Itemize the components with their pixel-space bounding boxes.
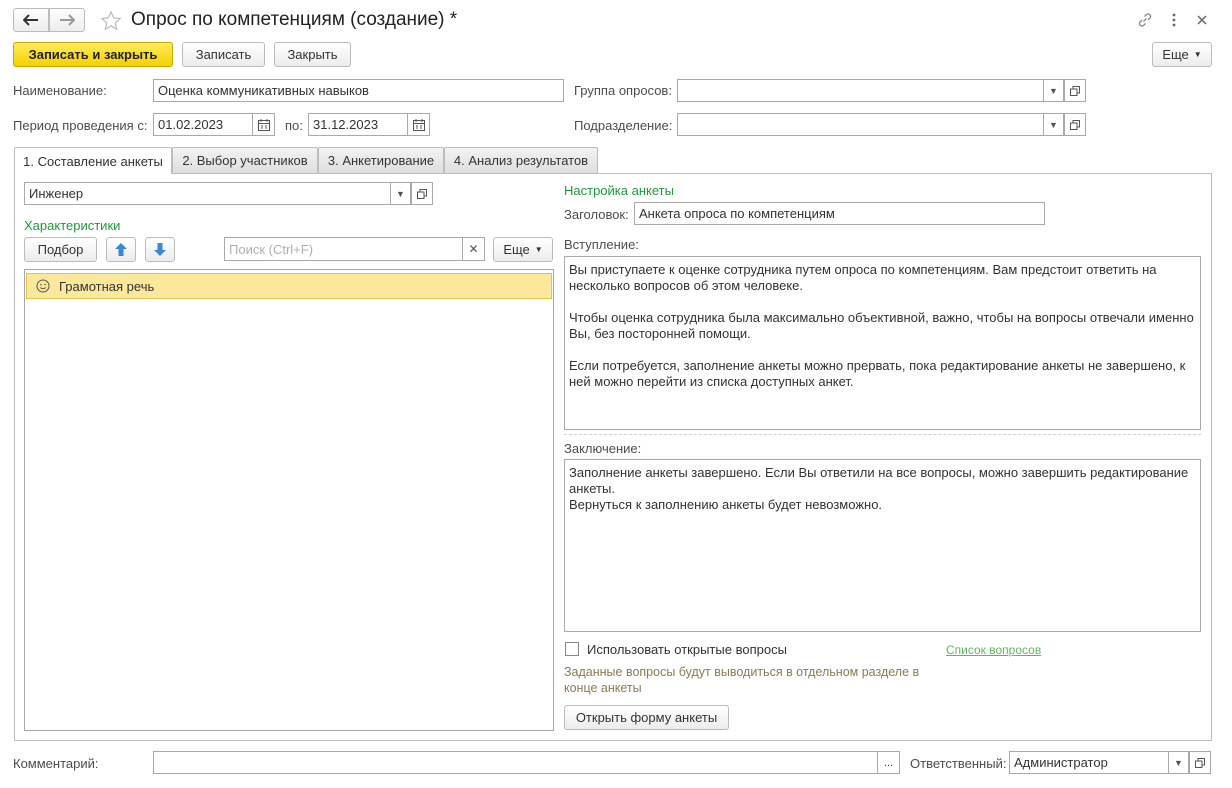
calendar-icon — [412, 118, 425, 131]
responsible-field[interactable]: Администратор — [1009, 751, 1169, 774]
intro-label: Вступление: — [564, 237, 639, 252]
conclusion-textarea[interactable]: Заполнение анкеты завершено. Если Вы отв… — [564, 459, 1201, 632]
name-field[interactable]: Оценка коммуникативных навыков — [153, 79, 564, 102]
chevron-down-icon: ▼ — [1174, 757, 1183, 768]
name-label: Наименование: — [13, 83, 107, 98]
position-open-button[interactable] — [411, 182, 433, 205]
group-dropdown-button[interactable]: ▼ — [1044, 79, 1064, 102]
open-questions-checkbox[interactable] — [565, 642, 579, 656]
calendar-icon — [257, 118, 270, 131]
questions-list-link[interactable]: Список вопросов — [946, 643, 1041, 657]
more-button-label: Еще — [1162, 47, 1189, 62]
period-to-label: по: — [285, 118, 303, 133]
list-item-label: Грамотная речь — [59, 278, 155, 294]
characteristics-list[interactable]: Грамотная речь — [24, 269, 554, 731]
more-options-icon[interactable] — [1164, 10, 1184, 30]
characteristics-title: Характеристики — [24, 218, 121, 233]
back-button[interactable] — [13, 8, 49, 32]
close-button[interactable]: Закрыть — [274, 42, 351, 67]
comment-field[interactable] — [153, 751, 878, 774]
search-clear-button[interactable]: ✕ — [463, 237, 485, 261]
chevron-down-icon: ▼ — [1049, 85, 1058, 96]
arrow-right-icon — [60, 14, 75, 26]
position-dropdown-button[interactable]: ▼ — [391, 182, 411, 205]
list-item[interactable]: Грамотная речь — [26, 273, 552, 299]
open-icon — [1070, 85, 1080, 96]
open-icon — [417, 188, 427, 199]
close-icon: ✕ — [468, 242, 479, 256]
department-label: Подразделение: — [574, 118, 673, 133]
link-icon[interactable] — [1135, 10, 1155, 30]
divider — [564, 434, 1201, 435]
arrow-left-icon — [23, 14, 38, 26]
list-more-label: Еще — [503, 242, 530, 257]
responsible-open-button[interactable] — [1189, 751, 1211, 774]
comment-expand-button[interactable]: ... — [878, 751, 900, 774]
arrow-down-icon — [154, 243, 166, 256]
open-icon — [1070, 119, 1080, 130]
chevron-down-icon: ▼ — [396, 188, 405, 199]
arrow-up-icon — [115, 243, 127, 256]
tab-analysis[interactable]: 4. Анализ результатов — [444, 147, 598, 173]
tab-compose[interactable]: 1. Составление анкеты — [14, 147, 172, 174]
more-button[interactable]: Еще ▼ — [1152, 42, 1212, 67]
open-form-button[interactable]: Открыть форму анкеты — [564, 705, 729, 730]
settings-title: Настройка анкеты — [564, 183, 674, 198]
forward-button[interactable] — [49, 8, 85, 32]
responsible-label: Ответственный: — [910, 756, 1007, 771]
ellipsis-icon: ... — [883, 756, 894, 769]
period-label: Период проведения с: — [13, 118, 148, 133]
save-and-close-button[interactable]: Записать и закрыть — [13, 42, 173, 67]
department-dropdown-button[interactable]: ▼ — [1044, 113, 1064, 136]
period-to-field[interactable]: 31.12.2023 — [308, 113, 408, 136]
hint-text: Заданные вопросы будут выводиться в отде… — [564, 665, 920, 695]
group-label: Группа опросов: — [574, 83, 672, 98]
group-field[interactable] — [677, 79, 1044, 102]
close-icon[interactable] — [1192, 10, 1212, 30]
search-placeholder: Поиск (Ctrl+F) — [229, 241, 314, 257]
period-from-calendar-button[interactable] — [253, 113, 275, 136]
pick-button[interactable]: Подбор — [24, 237, 97, 262]
chevron-down-icon: ▼ — [1193, 50, 1202, 59]
move-up-button[interactable] — [106, 237, 136, 262]
department-open-button[interactable] — [1064, 113, 1086, 136]
window-title: Опрос по компетенциям (создание) * — [131, 9, 458, 30]
department-field[interactable] — [677, 113, 1044, 136]
chevron-down-icon: ▼ — [1049, 119, 1058, 130]
group-open-button[interactable] — [1064, 79, 1086, 102]
open-icon — [1195, 757, 1205, 768]
favorite-star-icon[interactable] — [99, 9, 123, 33]
position-field[interactable]: Инженер — [24, 182, 391, 205]
save-button[interactable]: Записать — [182, 42, 265, 67]
smiley-icon — [36, 279, 50, 293]
open-questions-label[interactable]: Использовать открытые вопросы — [587, 642, 787, 657]
tab-participants[interactable]: 2. Выбор участников — [172, 147, 318, 173]
heading-field[interactable]: Анкета опроса по компетенциям — [634, 202, 1045, 225]
responsible-dropdown-button[interactable]: ▼ — [1169, 751, 1189, 774]
heading-label: Заголовок: — [564, 207, 629, 222]
chevron-down-icon: ▼ — [534, 245, 543, 254]
period-to-calendar-button[interactable] — [408, 113, 430, 136]
search-input[interactable]: Поиск (Ctrl+F) — [224, 237, 463, 261]
comment-label: Комментарий: — [13, 756, 99, 771]
conclusion-label: Заключение: — [564, 441, 642, 456]
intro-textarea[interactable]: Вы приступаете к оценке сотрудника путем… — [564, 256, 1201, 430]
move-down-button[interactable] — [145, 237, 175, 262]
period-from-field[interactable]: 01.02.2023 — [153, 113, 253, 136]
list-more-button[interactable]: Еще ▼ — [493, 237, 553, 262]
tab-survey[interactable]: 3. Анкетирование — [318, 147, 444, 173]
